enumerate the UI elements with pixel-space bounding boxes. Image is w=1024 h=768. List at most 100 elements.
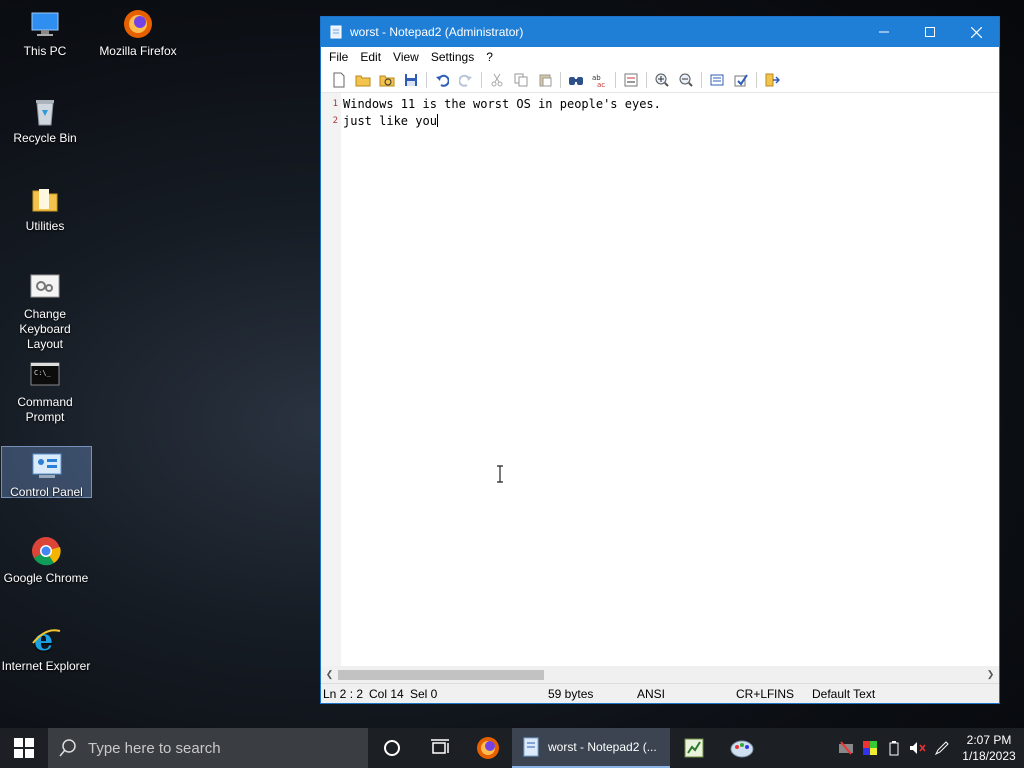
desktop-icon-firefox[interactable]: Mozilla Firefox bbox=[93, 8, 183, 88]
find-icon[interactable] bbox=[564, 69, 588, 91]
taskbar: Type here to search worst - Notepad2 (..… bbox=[0, 728, 1024, 768]
text-line[interactable]: just like you bbox=[343, 113, 999, 130]
text-line[interactable]: Windows 11 is the worst OS in people's e… bbox=[343, 96, 999, 113]
tray-color-icon[interactable] bbox=[858, 741, 882, 755]
notepad2-window[interactable]: worst - Notepad2 (Administrator) File Ed… bbox=[320, 16, 1000, 704]
zoom-out-icon[interactable] bbox=[674, 69, 698, 91]
task-view-icon bbox=[431, 739, 449, 754]
tray-network-monitor-icon[interactable] bbox=[834, 741, 858, 755]
save-icon[interactable] bbox=[399, 69, 423, 91]
notepad-icon bbox=[330, 25, 342, 39]
chart-notebook-icon bbox=[684, 738, 704, 758]
horizontal-scrollbar[interactable]: ❮ ❯ bbox=[321, 666, 999, 683]
taskbar-search-box[interactable]: Type here to search bbox=[48, 728, 368, 768]
scroll-thumb[interactable] bbox=[338, 670, 544, 680]
desktop-icon-label: Change Keyboard Layout bbox=[19, 307, 71, 351]
desktop-icon-label: Recycle Bin bbox=[13, 131, 77, 145]
taskbar-notepad2-active[interactable]: worst - Notepad2 (... bbox=[512, 728, 670, 768]
open-folder-icon[interactable] bbox=[351, 69, 375, 91]
desktop-icon-control-panel[interactable]: Control Panel bbox=[1, 446, 92, 499]
battery-icon[interactable] bbox=[882, 740, 906, 756]
desktop-icon-label: This PC bbox=[23, 44, 67, 58]
desktop-icon-change-keyboard-layout[interactable]: Change Keyboard Layout bbox=[0, 271, 90, 351]
replace-icon[interactable]: ab ac bbox=[588, 69, 612, 91]
desktop-icon-recycle-bin[interactable]: Recycle Bin bbox=[0, 95, 90, 175]
desktop-icon-command-prompt[interactable]: C:\_ Command Prompt bbox=[0, 359, 90, 439]
desktop-icon-internet-explorer[interactable]: e Internet Explorer bbox=[1, 623, 91, 703]
paste-icon[interactable] bbox=[533, 69, 557, 91]
undo-icon[interactable] bbox=[430, 69, 454, 91]
text-cursor-icon bbox=[497, 465, 503, 483]
settings-window-icon bbox=[29, 271, 61, 303]
status-column: Col 14 bbox=[369, 686, 404, 701]
taskbar-clock[interactable]: 2:07 PM 1/18/2023 bbox=[954, 732, 1024, 764]
computer-icon bbox=[29, 8, 61, 40]
toolbar-separator bbox=[646, 71, 647, 88]
maximize-button[interactable] bbox=[907, 17, 953, 47]
menu-settings[interactable]: Settings bbox=[425, 50, 480, 64]
status-scheme[interactable]: Default Text bbox=[810, 687, 930, 701]
minimize-button[interactable] bbox=[861, 17, 907, 47]
editor-area[interactable]: 1 2 Windows 11 is the worst OS in people… bbox=[321, 93, 999, 666]
menu-file[interactable]: File bbox=[323, 50, 354, 64]
clock-time: 2:07 PM bbox=[966, 733, 1012, 747]
customize-scheme-icon[interactable] bbox=[729, 69, 753, 91]
menu-edit[interactable]: Edit bbox=[354, 50, 387, 64]
toolbar-separator bbox=[756, 71, 757, 88]
scheme-icon[interactable] bbox=[705, 69, 729, 91]
status-line-ending[interactable]: CR+LF bbox=[734, 687, 774, 701]
terminal-icon: C:\_ bbox=[29, 359, 61, 391]
menu-help[interactable]: ? bbox=[480, 50, 499, 64]
control-panel-icon bbox=[31, 451, 63, 483]
browse-icon[interactable] bbox=[375, 69, 399, 91]
scroll-track[interactable] bbox=[338, 666, 982, 683]
desktop-icon-google-chrome[interactable]: Google Chrome bbox=[1, 535, 91, 615]
toolbar-separator bbox=[426, 71, 427, 88]
menu-view[interactable]: View bbox=[387, 50, 425, 64]
taskbar-pinned-app-2[interactable] bbox=[718, 728, 766, 768]
desktop-icon-label: Google Chrome bbox=[3, 571, 89, 585]
status-insert-mode[interactable]: INS bbox=[772, 687, 810, 701]
status-encoding[interactable]: ANSI bbox=[635, 687, 734, 701]
exit-icon[interactable] bbox=[760, 69, 784, 91]
status-line: Ln 2 : 2 bbox=[323, 686, 364, 701]
toolbar-separator bbox=[481, 71, 482, 88]
zoom-in-icon[interactable] bbox=[650, 69, 674, 91]
firefox-icon bbox=[477, 737, 499, 759]
paint-palette-icon bbox=[730, 740, 754, 758]
scroll-right-arrow-icon[interactable]: ❯ bbox=[982, 666, 999, 683]
text-content[interactable]: Windows 11 is the worst OS in people's e… bbox=[341, 93, 999, 666]
cortana-button[interactable] bbox=[368, 728, 416, 768]
menu-bar: File Edit View Settings ? bbox=[321, 47, 999, 67]
toolbar: ab ac bbox=[321, 67, 999, 93]
toolbar-separator bbox=[701, 71, 702, 88]
svg-text:ac: ac bbox=[597, 81, 605, 87]
toolbar-separator bbox=[615, 71, 616, 88]
line-number-gutter: 1 2 bbox=[321, 93, 341, 666]
scroll-left-arrow-icon[interactable]: ❮ bbox=[321, 666, 338, 683]
task-view-button[interactable] bbox=[416, 728, 464, 768]
volume-muted-icon[interactable] bbox=[906, 741, 930, 755]
svg-text:C:\_: C:\_ bbox=[34, 369, 52, 377]
firefox-icon bbox=[122, 8, 154, 40]
desktop-icon-label: Utilities bbox=[25, 219, 65, 233]
desktop-icon-label: Command Prompt bbox=[17, 395, 73, 424]
desktop-icon-this-pc[interactable]: This PC bbox=[0, 8, 90, 88]
pen-icon[interactable] bbox=[930, 740, 954, 756]
desktop-icon-utilities[interactable]: Utilities bbox=[0, 183, 90, 263]
notepad-icon bbox=[523, 737, 539, 757]
start-button[interactable] bbox=[0, 728, 48, 768]
taskbar-pinned-app[interactable] bbox=[670, 728, 718, 768]
desktop-icon-label: Mozilla Firefox bbox=[99, 44, 177, 58]
taskbar-firefox[interactable] bbox=[464, 728, 512, 768]
cut-icon[interactable] bbox=[485, 69, 509, 91]
close-button[interactable] bbox=[953, 17, 999, 47]
windows-logo-icon bbox=[14, 738, 34, 758]
title-bar[interactable]: worst - Notepad2 (Administrator) bbox=[321, 17, 999, 47]
word-wrap-icon[interactable] bbox=[619, 69, 643, 91]
text-line-content: just like you bbox=[343, 114, 437, 128]
redo-icon[interactable] bbox=[454, 69, 478, 91]
new-file-icon[interactable] bbox=[327, 69, 351, 91]
desktop-icon-label: Internet Explorer bbox=[1, 659, 91, 673]
copy-icon[interactable] bbox=[509, 69, 533, 91]
